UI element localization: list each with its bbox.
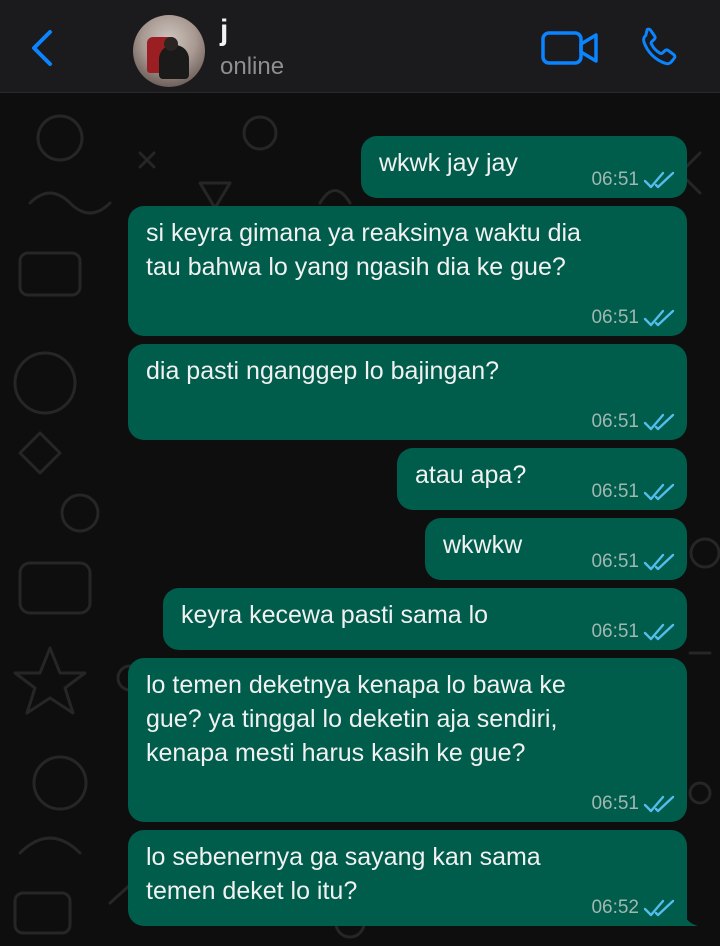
double-check-icon bbox=[643, 413, 675, 431]
back-button[interactable] bbox=[24, 24, 60, 72]
chevron-left-icon bbox=[32, 30, 52, 66]
message-time: 06:51 bbox=[591, 169, 639, 190]
double-check-icon bbox=[643, 309, 675, 327]
message-bubble[interactable]: dia pasti nganggep lo bajingan? 06:51 bbox=[128, 344, 687, 440]
message-time: 06:52 bbox=[591, 897, 639, 918]
video-camera-icon bbox=[541, 31, 598, 65]
message-bubble[interactable]: atau apa? 06:51 bbox=[397, 448, 687, 510]
double-check-icon bbox=[643, 623, 675, 641]
message-bubble[interactable]: lo temen deketnya kenapa lo bawa ke gue?… bbox=[128, 658, 687, 822]
message-text: dia pasti nganggep lo bajingan? bbox=[146, 357, 500, 385]
message-list[interactable]: wkwk jay jay 06:51 si keyra gimana ya re… bbox=[0, 93, 720, 946]
chat-screen: j online wkwk jay jay 06:51 si keyra gim… bbox=[0, 0, 720, 946]
contact-status: online bbox=[220, 53, 285, 80]
message-bubble[interactable]: keyra kecewa pasti sama lo 06:51 bbox=[163, 588, 687, 650]
message-time: 06:51 bbox=[591, 621, 639, 642]
double-check-icon bbox=[643, 171, 675, 189]
double-check-icon bbox=[643, 795, 675, 813]
message-text: si keyra gimana ya reaksinya waktu dia t… bbox=[146, 219, 581, 281]
message-time: 06:51 bbox=[591, 793, 639, 814]
double-check-icon bbox=[643, 899, 675, 917]
message-time: 06:51 bbox=[591, 481, 639, 502]
bubble-tail bbox=[682, 908, 698, 926]
message-text: lo temen deketnya kenapa lo bawa ke gue?… bbox=[146, 671, 566, 767]
message-bubble[interactable]: si keyra gimana ya reaksinya waktu dia t… bbox=[128, 206, 687, 336]
double-check-icon bbox=[643, 553, 675, 571]
contact-name[interactable]: j bbox=[220, 14, 228, 48]
double-check-icon bbox=[643, 483, 675, 501]
message-time: 06:51 bbox=[591, 551, 639, 572]
phone-icon bbox=[642, 27, 677, 66]
message-bubble[interactable]: lo sebenernya ga sayang kan sama temen d… bbox=[128, 830, 698, 926]
message-time: 06:51 bbox=[591, 411, 639, 432]
message-bubble[interactable]: wkwk jay jay 06:51 bbox=[361, 136, 687, 198]
message-time: 06:51 bbox=[591, 307, 639, 328]
voice-call-button[interactable] bbox=[634, 24, 682, 72]
message-bubble[interactable]: wkwkw 06:51 bbox=[425, 518, 687, 580]
chat-header: j online bbox=[0, 0, 720, 93]
avatar[interactable] bbox=[133, 15, 205, 87]
video-call-button[interactable] bbox=[541, 28, 599, 68]
